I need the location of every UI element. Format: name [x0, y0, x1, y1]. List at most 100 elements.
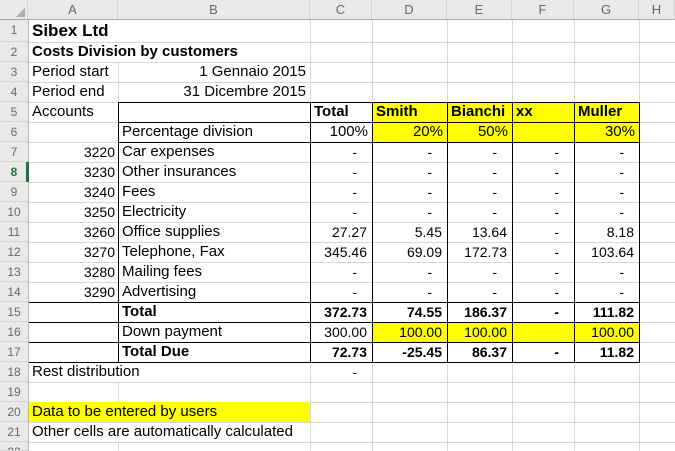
cell-value[interactable]: -: [574, 282, 639, 302]
row-header-5[interactable]: 5: [0, 102, 28, 122]
cell-value[interactable]: -: [512, 202, 574, 222]
cell-value[interactable]: -: [372, 182, 447, 202]
cell-value[interactable]: -: [574, 202, 639, 222]
cell-value[interactable]: -: [372, 262, 447, 282]
cell-value[interactable]: -: [372, 142, 447, 162]
cell-account-code[interactable]: 3270: [28, 242, 118, 262]
cell-value[interactable]: -: [447, 182, 512, 202]
cell-value[interactable]: -: [310, 142, 372, 162]
cell-total-due-value[interactable]: -: [512, 342, 574, 362]
row-header-4[interactable]: 4: [0, 82, 28, 102]
cell-d5-customer-smith[interactable]: Smith: [372, 102, 447, 122]
cell-account-name[interactable]: Electricity: [118, 202, 310, 222]
cell-b4-period-end-value[interactable]: 31 Dicembre 2015: [118, 82, 310, 102]
row-header-8-active[interactable]: 8: [0, 162, 28, 182]
cell-d6-percentage-smith[interactable]: 20%: [372, 122, 447, 142]
cell-c6-percentage-total[interactable]: 100%: [310, 122, 372, 142]
cell-value[interactable]: -: [574, 162, 639, 182]
cell-value[interactable]: -: [447, 162, 512, 182]
cell-value[interactable]: 172.73: [447, 242, 512, 262]
cell-down-payment-value[interactable]: 100.00: [372, 322, 447, 342]
column-header-c[interactable]: C: [310, 0, 372, 19]
cell-value[interactable]: 27.27: [310, 222, 372, 242]
cell-e6-percentage-bianchi[interactable]: 50%: [447, 122, 512, 142]
cell-value[interactable]: 69.09: [372, 242, 447, 262]
cell-value[interactable]: -: [310, 202, 372, 222]
cell-c18-rest-distribution-value[interactable]: -: [310, 362, 372, 382]
cell-account-name[interactable]: Mailing fees: [118, 262, 310, 282]
cell-f5-customer-xx[interactable]: xx: [512, 102, 574, 122]
cell-value[interactable]: -: [310, 162, 372, 182]
cell-g5-customer-muller[interactable]: Muller: [574, 102, 639, 122]
row-header-9[interactable]: 9: [0, 182, 28, 202]
cell-account-name[interactable]: Car expenses: [118, 142, 310, 162]
cell-a18-rest-distribution-label[interactable]: Rest distribution: [28, 362, 310, 382]
cell-total-value[interactable]: 111.82: [574, 302, 639, 322]
row-header-7[interactable]: 7: [0, 142, 28, 162]
cell-account-code[interactable]: 3290: [28, 282, 118, 302]
column-header-h[interactable]: H: [639, 0, 675, 19]
row-header-14[interactable]: 14: [0, 282, 28, 302]
cell-value[interactable]: -: [310, 182, 372, 202]
row-header-2[interactable]: 2: [0, 42, 28, 62]
row-header-21[interactable]: 21: [0, 422, 28, 442]
cell-value[interactable]: 13.64: [447, 222, 512, 242]
cell-down-payment-value[interactable]: [512, 322, 574, 342]
cell-value[interactable]: -: [372, 162, 447, 182]
row-header-18[interactable]: 18: [0, 362, 28, 382]
cell-f6-percentage-xx[interactable]: [512, 122, 574, 142]
cell-down-payment-value[interactable]: 100.00: [447, 322, 512, 342]
cell-account-code[interactable]: 3240: [28, 182, 118, 202]
column-header-a[interactable]: A: [28, 0, 118, 19]
cell-account-name[interactable]: Advertising: [118, 282, 310, 302]
cell-total-due-value[interactable]: -25.45: [372, 342, 447, 362]
cell-value[interactable]: -: [372, 202, 447, 222]
cell-b17-total-due-label[interactable]: Total Due: [118, 342, 310, 362]
column-header-d[interactable]: D: [372, 0, 447, 19]
row-header-12[interactable]: 12: [0, 242, 28, 262]
row-header-20[interactable]: 20: [0, 402, 28, 422]
row-header-10[interactable]: 10: [0, 202, 28, 222]
cell-value[interactable]: -: [447, 262, 512, 282]
cell-value[interactable]: -: [512, 262, 574, 282]
cell-value[interactable]: -: [512, 242, 574, 262]
column-header-f[interactable]: F: [512, 0, 574, 19]
cell-value[interactable]: -: [512, 142, 574, 162]
cell-account-code[interactable]: 3260: [28, 222, 118, 242]
cell-c5-total-header[interactable]: Total: [310, 102, 372, 122]
cell-value[interactable]: -: [447, 282, 512, 302]
cell-b6-percentage-label[interactable]: Percentage division: [118, 122, 310, 142]
row-header-17[interactable]: 17: [0, 342, 28, 362]
cell-value[interactable]: 5.45: [372, 222, 447, 242]
cell-account-name[interactable]: Office supplies: [118, 222, 310, 242]
column-header-e[interactable]: E: [447, 0, 512, 19]
cell-account-code[interactable]: 3280: [28, 262, 118, 282]
cell-total-due-value[interactable]: 11.82: [574, 342, 639, 362]
row-header-11[interactable]: 11: [0, 222, 28, 242]
column-header-g[interactable]: G: [574, 0, 639, 19]
column-header-b[interactable]: B: [118, 0, 310, 19]
cell-b16-down-payment-label[interactable]: Down payment: [118, 322, 310, 342]
select-all-button[interactable]: [0, 0, 28, 19]
cell-a2-subtitle[interactable]: Costs Division by customers: [28, 42, 310, 62]
cell-value[interactable]: -: [310, 282, 372, 302]
cell-value[interactable]: 345.46: [310, 242, 372, 262]
cell-value[interactable]: -: [512, 282, 574, 302]
cell-value[interactable]: 8.18: [574, 222, 639, 242]
cell-account-code[interactable]: 3220: [28, 142, 118, 162]
cell-total-value[interactable]: 372.73: [310, 302, 372, 322]
cell-a3-period-start-label[interactable]: Period start: [28, 62, 118, 82]
cell-total-value[interactable]: 186.37: [447, 302, 512, 322]
cell-value[interactable]: -: [447, 202, 512, 222]
cell-e5-customer-bianchi[interactable]: Bianchi: [447, 102, 512, 122]
cell-b3-period-start-value[interactable]: 1 Gennaio 2015: [118, 62, 310, 82]
cell-account-name[interactable]: Telephone, Fax: [118, 242, 310, 262]
cell-total-value[interactable]: 74.55: [372, 302, 447, 322]
cell-value[interactable]: -: [574, 262, 639, 282]
cell-total-due-value[interactable]: 86.37: [447, 342, 512, 362]
cell-value[interactable]: -: [574, 182, 639, 202]
cell-value[interactable]: -: [512, 222, 574, 242]
cell-account-name[interactable]: Fees: [118, 182, 310, 202]
row-header-19[interactable]: 19: [0, 382, 28, 402]
cell-b15-total-label[interactable]: Total: [118, 302, 310, 322]
